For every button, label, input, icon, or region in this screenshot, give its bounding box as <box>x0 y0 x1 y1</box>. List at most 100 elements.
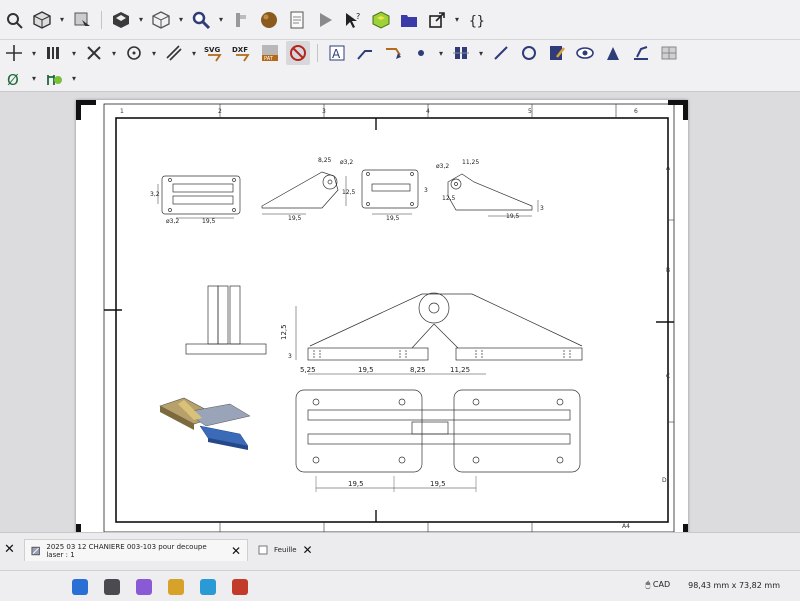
chevron-down-icon[interactable]: ▾ <box>437 49 445 58</box>
no-icon[interactable] <box>286 41 310 65</box>
paper-format: A4 <box>622 523 630 530</box>
windows-start-icon[interactable] <box>72 579 88 595</box>
close-icon[interactable]: ✕ <box>303 544 313 556</box>
close-icon[interactable]: ✕ <box>4 542 15 557</box>
dim-text: 11,25 <box>462 159 479 166</box>
view-plan <box>295 389 581 492</box>
measure-icon[interactable] <box>229 8 253 32</box>
chevron-down-icon[interactable]: ▾ <box>30 49 38 58</box>
dim-text: 12,5 <box>342 189 356 196</box>
dim-text: 12,5 <box>442 195 456 202</box>
zone-col-5: 5 <box>528 108 532 115</box>
circle-dot-icon[interactable] <box>122 41 146 65</box>
chevron-down-icon[interactable]: ▾ <box>150 49 158 58</box>
zone-row-d: D <box>662 477 667 484</box>
arrows-icon[interactable] <box>2 41 26 65</box>
part-icon[interactable] <box>369 8 393 32</box>
view-side-profile <box>185 285 267 355</box>
dim-text: 8,25 <box>318 157 332 164</box>
status-right: 🖱 CAD 98,43 mm x 73,82 mm <box>646 580 780 590</box>
dim-text: 5,25 <box>300 366 316 374</box>
chevron-down-icon[interactable]: ▾ <box>70 49 78 58</box>
cube-icon[interactable] <box>30 8 54 32</box>
check-icon[interactable] <box>629 41 653 65</box>
explorer-icon[interactable] <box>168 579 184 595</box>
view-mid-right <box>361 169 419 215</box>
chevron-down-icon[interactable]: ▾ <box>177 15 185 24</box>
magnifier-icon[interactable] <box>189 8 213 32</box>
document-icon[interactable] <box>285 8 309 32</box>
leader-icon[interactable] <box>353 41 377 65</box>
slash-icon[interactable] <box>162 41 186 65</box>
corner-mark <box>76 100 96 120</box>
dimension-icon[interactable] <box>42 67 66 91</box>
edge-icon[interactable] <box>200 579 216 595</box>
chevron-down-icon[interactable]: ▾ <box>70 74 78 83</box>
chevron-down-icon[interactable]: ▾ <box>477 49 485 58</box>
flag-icon[interactable] <box>601 41 625 65</box>
sphere-icon[interactable] <box>257 8 281 32</box>
weld-icon[interactable] <box>449 41 473 65</box>
svg-text:?: ? <box>356 12 360 21</box>
svg-label: SVG <box>204 46 220 54</box>
dim-text: 19,5 <box>288 215 302 222</box>
app-icon[interactable] <box>232 579 248 595</box>
technical-drawing: 1 2 3 4 5 6 A B C D A4 3,2 ø3,2 19,5 8,2… <box>76 100 688 544</box>
share-icon[interactable] <box>425 8 449 32</box>
dot-icon[interactable] <box>409 41 433 65</box>
document-icon <box>31 546 40 555</box>
dim-text: 3 <box>424 187 428 194</box>
pat-label: PAT <box>264 56 274 62</box>
tab-document[interactable]: 2025 03 12 CHANIERE 003-103 pour decoupe… <box>24 539 248 561</box>
outer-border <box>103 103 675 533</box>
line-icon[interactable] <box>489 41 513 65</box>
nav-style-label: CAD <box>652 580 671 589</box>
dim-text: 19,5 <box>358 366 374 374</box>
chevron-down-icon[interactable]: ▾ <box>217 15 225 24</box>
cross-icon[interactable] <box>82 41 106 65</box>
edit-icon[interactable] <box>545 41 569 65</box>
drawing-toolbar: ▾ ▾ ▾ ▾ ▾ SVG DXF PAT A ▾ ▾ <box>0 40 800 66</box>
grid-icon[interactable] <box>657 41 681 65</box>
view-mid-left <box>261 171 347 215</box>
chevron-down-icon[interactable]: ▾ <box>30 74 38 83</box>
eye-icon[interactable] <box>573 41 597 65</box>
center-marks <box>104 118 674 522</box>
play-icon[interactable] <box>313 8 337 32</box>
dim-text: 3 <box>288 353 292 360</box>
dim-text: ø3,2 <box>340 159 353 166</box>
chevron-down-icon[interactable]: ▾ <box>453 15 461 24</box>
chevron-down-icon[interactable]: ▾ <box>58 15 66 24</box>
circle-icon[interactable] <box>517 41 541 65</box>
zoom-icon[interactable] <box>2 8 26 32</box>
dxf-icon[interactable]: DXF <box>230 41 254 65</box>
dimension-toolbar: Ø ▾ ▾ <box>0 66 800 92</box>
wire-cube-icon[interactable] <box>149 8 173 32</box>
dim-text: 19,5 <box>430 480 446 488</box>
pattern-icon[interactable]: PAT <box>258 41 282 65</box>
arrow-icon[interactable] <box>381 41 405 65</box>
chevron-down-icon[interactable]: ▾ <box>110 49 118 58</box>
zone-col-6: 6 <box>634 108 638 115</box>
close-icon[interactable]: ✕ <box>231 545 241 557</box>
whats-this-icon[interactable]: ? <box>341 8 365 32</box>
svg-icon[interactable]: SVG <box>202 41 226 65</box>
dim-text: ø3,2 <box>166 218 179 225</box>
box-icon[interactable] <box>109 8 133 32</box>
search-icon[interactable] <box>104 579 120 595</box>
nav-style[interactable]: 🖱 CAD <box>646 580 671 590</box>
drawing-sheet[interactable]: 1 2 3 4 5 6 A B C D A4 3,2 ø3,2 19,5 8,2… <box>76 100 688 544</box>
taskview-icon[interactable] <box>136 579 152 595</box>
annotation-icon[interactable]: A <box>325 41 349 65</box>
braces-icon[interactable]: {} <box>465 8 489 32</box>
diameter-icon[interactable]: Ø <box>2 67 26 91</box>
folder-icon[interactable] <box>397 8 421 32</box>
chevron-down-icon[interactable]: ▾ <box>137 15 145 24</box>
dim-text: 12,5 <box>280 324 288 340</box>
bars-icon[interactable] <box>42 41 66 65</box>
tab-sheet[interactable]: Feuille ✕ <box>252 539 320 561</box>
status-bar: 🖱 CAD 98,43 mm x 73,82 mm <box>0 570 800 601</box>
dim-text: 11,25 <box>450 366 470 374</box>
chevron-down-icon[interactable]: ▾ <box>190 49 198 58</box>
select-box-icon[interactable] <box>70 8 94 32</box>
